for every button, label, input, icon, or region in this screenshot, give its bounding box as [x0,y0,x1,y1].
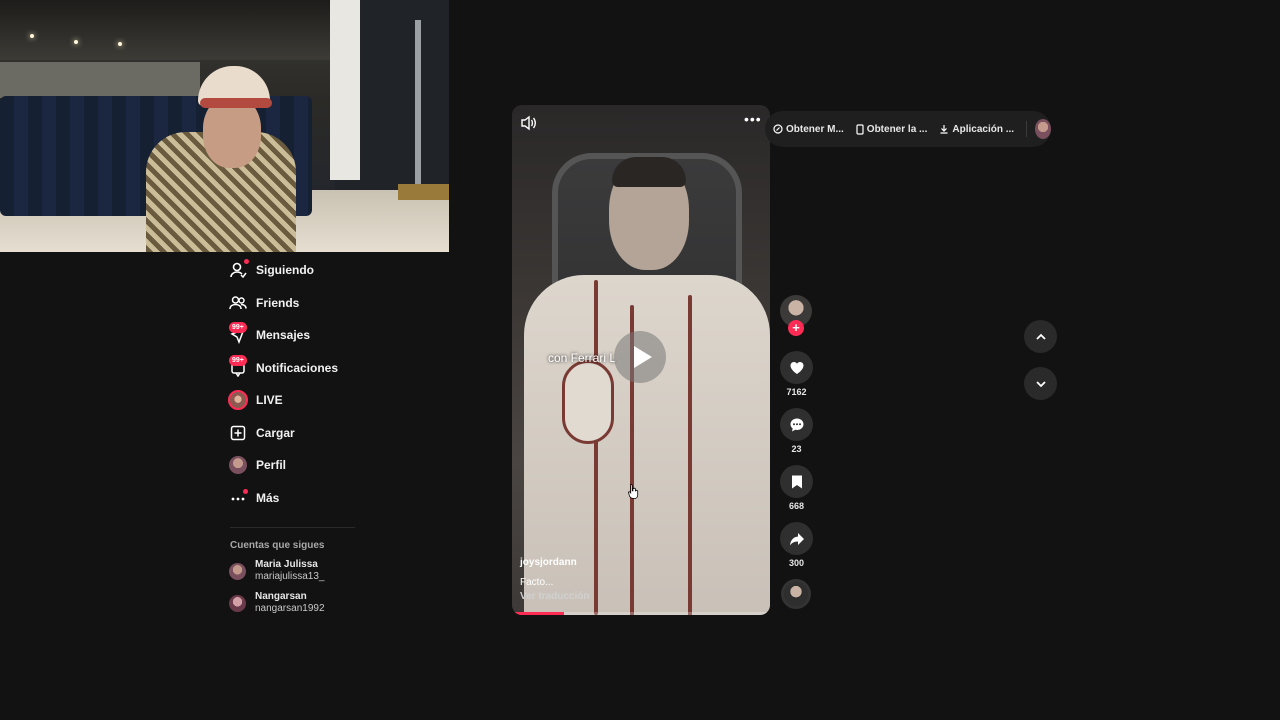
video-progress-fill [512,612,564,615]
video-player[interactable]: ••• con Ferrari L joysjordann Facto... V… [512,105,770,615]
creator-avatar[interactable]: + [780,295,812,336]
account-names: Maria Julissa mariajulissa13_ [255,559,324,583]
sidebar-item-following[interactable]: Siguiendo [226,254,366,287]
comment-count: 23 [791,444,802,454]
follow-plus-icon[interactable]: + [788,320,804,336]
video-person-hair [612,157,686,187]
avatar [229,562,246,580]
share-button[interactable] [780,522,813,555]
sidebar-item-notifications[interactable]: 99+ Notificaciones [226,352,366,385]
video-actions: + 7162 23 668 300 [780,295,813,609]
sidebar-item-label: Más [256,490,280,505]
top-bar-label: Obtener M... [786,123,844,135]
ceiling-light [30,34,34,38]
live-icon [227,389,249,411]
desktop-app-button[interactable]: Aplicación ... [939,124,1014,135]
messages-icon: 99+ [227,322,249,346]
followed-account[interactable]: Maria Julissa mariajulissa13_ [229,559,366,583]
jersey-stripe [688,295,692,615]
webcam-step [398,184,449,200]
friends-icon [227,292,249,314]
comment-icon [790,418,803,431]
share-count: 300 [788,558,805,568]
sound-avatar[interactable] [781,579,811,609]
video-caption-overlay: con Ferrari L [548,351,617,365]
sidebar-divider [230,527,355,528]
bookmark-icon [791,475,802,488]
streamer-cap-brim [200,98,272,108]
share-icon [789,532,804,545]
account-names: Nangarsan nangarsan1992 [255,591,325,615]
save-count: 668 [788,501,805,511]
following-icon [227,259,249,281]
sidebar-item-label: Mensajes [256,328,311,343]
sidebar-item-profile[interactable]: Perfil [226,449,366,482]
webcam-window [0,62,200,98]
sidebar-item-label: Siguiendo [256,263,314,278]
like-button[interactable] [780,351,813,384]
live-avatar [228,390,248,411]
heart-icon [790,361,803,374]
previous-video-button[interactable] [1024,320,1057,353]
more-options-icon[interactable]: ••• [744,112,761,130]
sidebar-item-label: Friends [256,295,300,310]
play-icon[interactable] [614,331,666,383]
top-bar-label: Aplicación ... [952,123,1015,135]
coin-icon [773,124,783,134]
account-handle: nangarsan1992 [255,603,325,614]
translate-link[interactable]: Ver traducción [520,591,589,602]
jersey-stripe [594,280,598,615]
notifications-badge: 99+ [229,354,247,366]
top-bar: Obtener M... Obtener la ... Aplicación .… [765,111,1051,147]
ceiling-light [74,40,78,44]
sidebar: Siguiendo Friends 99+ Mensajes 99+ Notif… [226,254,366,615]
avatar [229,456,247,475]
download-icon [940,125,948,134]
sidebar-item-more[interactable]: Más [226,482,366,515]
video-author[interactable]: joysjordann [520,557,577,568]
sidebar-item-label: LIVE [256,393,283,408]
sidebar-item-live[interactable]: LIVE [226,384,366,417]
video-description[interactable]: Facto... [520,577,553,588]
account-name: Nangarsan [255,591,307,602]
comment-button[interactable] [780,408,813,441]
webcam-pillar [330,0,360,180]
like-count: 7162 [786,387,807,397]
notification-dot [243,488,248,494]
profile-avatar[interactable] [1034,119,1051,139]
account-handle: mariajulissa13_ [255,571,325,582]
ceiling-light [118,42,122,46]
volume-icon[interactable] [520,115,538,131]
next-video-button[interactable] [1024,367,1057,400]
more-icon [227,487,249,509]
webcam-overlay [0,0,449,252]
messages-badge: 99+ [229,322,247,334]
profile-avatar [227,454,249,476]
phone-icon [856,123,864,135]
avatar [229,594,246,612]
top-bar-divider [1026,121,1027,137]
hand-cursor-icon [628,484,639,499]
video-progress-bar[interactable] [512,612,770,615]
following-accounts-title: Cuentas que sigues [230,540,325,551]
get-coins-button[interactable]: Obtener M... [773,124,844,135]
followed-account[interactable]: Nangarsan nangarsan1992 [229,591,366,615]
chevron-up-icon [1035,333,1046,340]
webcam-railing [415,20,421,200]
save-button[interactable] [780,465,813,498]
account-name: Maria Julissa [255,559,318,570]
notifications-icon: 99+ [227,354,249,379]
sidebar-item-friends[interactable]: Friends [226,287,366,320]
sidebar-item-label: Perfil [256,458,287,473]
notification-dot [244,259,249,265]
sidebar-item-label: Cargar [256,425,295,440]
jersey-crest [562,360,614,444]
chevron-down-icon [1035,380,1046,387]
sidebar-item-upload[interactable]: Cargar [226,417,366,450]
top-bar-label: Obtener la ... [866,123,928,135]
sidebar-item-messages[interactable]: 99+ Mensajes [226,319,366,352]
upload-icon [227,422,249,444]
sidebar-item-label: Notificaciones [256,360,339,375]
get-app-button[interactable]: Obtener la ... [856,123,928,135]
